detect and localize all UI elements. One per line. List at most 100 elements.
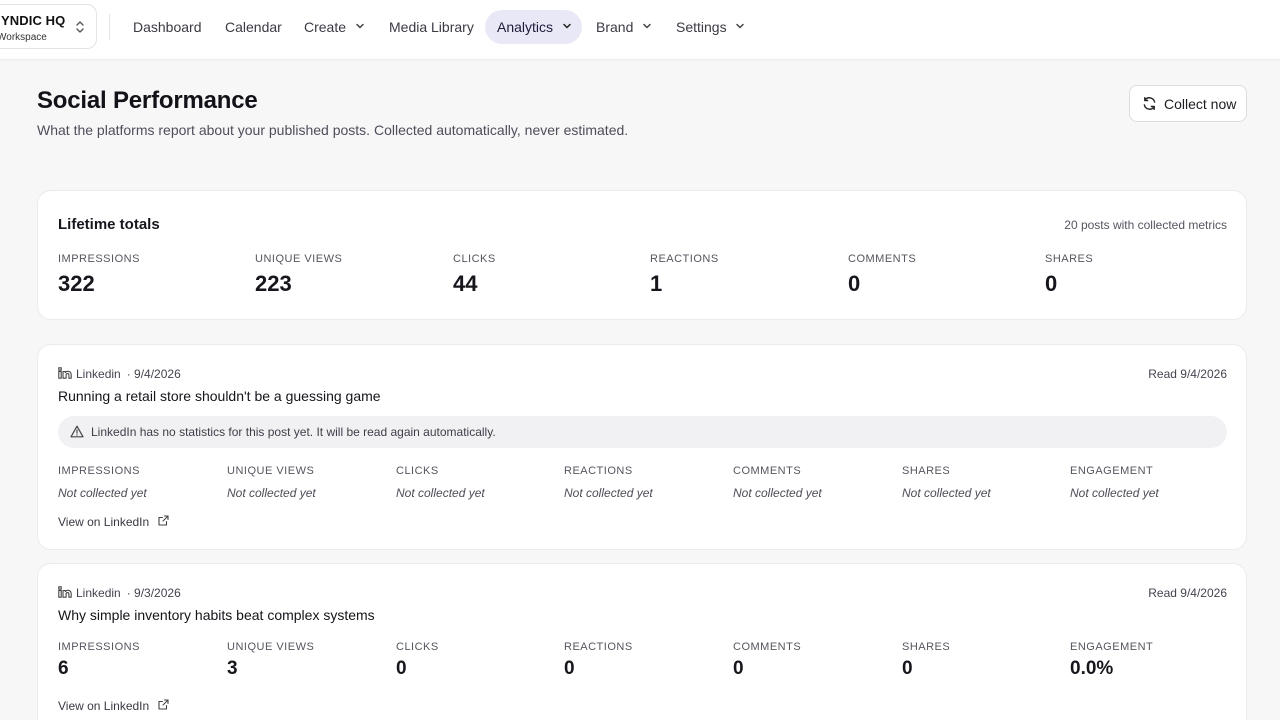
nav-item-label: Brand xyxy=(596,19,634,35)
metric-value: Not collected yet xyxy=(564,486,653,500)
collect-now-button[interactable]: Collect now xyxy=(1129,85,1247,122)
card-title: Lifetime totals xyxy=(58,216,160,233)
metric-label: Engagement xyxy=(1070,641,1154,653)
workspace-name: YNDIC HQ xyxy=(1,13,66,28)
nav-item-label: Analytics xyxy=(497,19,554,35)
post-title: Why simple inventory habits beat complex… xyxy=(58,607,375,623)
metric-value: Not collected yet xyxy=(902,486,991,500)
link-label: View on LinkedIn xyxy=(58,699,150,713)
metric-label: Reactions xyxy=(650,253,719,265)
metric-value: 0 xyxy=(564,658,575,679)
metric-value: 0 xyxy=(396,658,407,679)
chevrons-up-down-icon xyxy=(76,21,84,33)
external-link-icon xyxy=(157,699,169,710)
metric-value: Not collected yet xyxy=(733,486,822,500)
metric-value: 223 xyxy=(255,271,292,296)
chevron-down-icon xyxy=(643,23,651,29)
view-on-linkedin-link[interactable]: View on LinkedIn xyxy=(58,699,169,713)
metric-label: Comments xyxy=(848,253,917,265)
workspace-subtitle: Workspace xyxy=(0,32,47,43)
refresh-icon xyxy=(1143,96,1156,111)
top-navigation: YNDIC HQ Workspace Dashboard Calendar Cr… xyxy=(0,0,1280,60)
nav-item-label: Create xyxy=(304,19,347,35)
view-on-linkedin-link[interactable]: View on LinkedIn xyxy=(58,515,169,529)
metric-label: Shares xyxy=(1045,253,1094,265)
nav-item-dashboard[interactable]: Dashboard xyxy=(133,10,202,44)
metric-value: Not collected yet xyxy=(396,486,485,500)
post-card: Linkedin · 9/4/2026 Read 9/4/2026 Running… xyxy=(37,344,1247,550)
post-title: Running a retail store shouldn't be a gu… xyxy=(58,388,381,404)
nav-item-calendar[interactable]: Calendar xyxy=(225,10,282,44)
metric-label: Impressions xyxy=(58,253,140,265)
metric-reactions: Reactions 1 xyxy=(650,253,719,297)
nav-divider xyxy=(109,14,110,40)
nav-item-create[interactable]: Create xyxy=(304,10,365,44)
collect-now-label: Collect now xyxy=(1164,96,1237,112)
metric-value: 6 xyxy=(58,658,69,679)
metric-label: Clicks xyxy=(396,465,439,477)
metric-label: Comments xyxy=(733,641,802,653)
nav-item-media-library[interactable]: Media Library xyxy=(389,10,474,44)
no-stats-notice: LinkedIn has no statistics for this post… xyxy=(58,416,1227,448)
metric-clicks: Clicks 44 xyxy=(453,253,496,297)
page-title: Social Performance xyxy=(37,87,258,114)
metric-label: Engagement xyxy=(1070,465,1154,477)
metric-impressions: Impressions 322 xyxy=(58,253,140,297)
metric-label: Comments xyxy=(733,465,802,477)
nav-item-settings[interactable]: Settings xyxy=(676,10,745,44)
post-metric-unique-views: Unique views Not collected yet xyxy=(227,465,316,500)
page-subtitle: What the platforms report about your pub… xyxy=(37,122,629,138)
chevron-down-icon xyxy=(736,23,745,29)
metric-label: Impressions xyxy=(58,641,140,653)
metric-label: Clicks xyxy=(453,253,496,265)
post-date: · 9/3/2026 xyxy=(126,586,181,600)
metric-label: Reactions xyxy=(564,465,633,477)
nav-item-analytics[interactable]: Analytics xyxy=(485,10,582,44)
chevron-down-icon xyxy=(356,23,364,29)
link-label: View on LinkedIn xyxy=(58,515,150,529)
warning-triangle-icon xyxy=(70,425,84,438)
metric-label: Unique views xyxy=(255,253,343,265)
metric-value: 0 xyxy=(1045,271,1058,296)
metric-value: 1 xyxy=(650,271,663,296)
nav-item-label: Settings xyxy=(676,19,727,35)
metric-value: Not collected yet xyxy=(1070,486,1159,500)
post-metric-impressions: Impressions 6 xyxy=(58,641,140,680)
external-link-icon xyxy=(157,515,169,526)
metric-value: 0 xyxy=(902,658,913,679)
metric-value: Not collected yet xyxy=(227,486,316,500)
post-metric-unique-views: Unique views 3 xyxy=(227,641,314,680)
metric-value: 44 xyxy=(453,271,478,296)
post-metric-comments: Comments 0 xyxy=(733,641,801,680)
chevron-down-icon xyxy=(563,23,571,29)
metric-label: Clicks xyxy=(396,641,439,653)
metric-shares: Shares 0 xyxy=(1045,253,1093,297)
post-card: Linkedin · 9/3/2026 Read 9/4/2026 Why sim… xyxy=(37,563,1247,720)
linkedin-icon xyxy=(58,586,72,598)
lifetime-totals-card: Lifetime totals 20 posts with collected … xyxy=(37,190,1247,320)
metric-unique-views: Unique views 223 xyxy=(255,253,342,297)
post-platform: Linkedin xyxy=(76,367,121,381)
nav-item-label: Calendar xyxy=(225,19,282,35)
post-metric-clicks: Clicks Not collected yet xyxy=(396,465,485,500)
post-metric-reactions: Reactions 0 xyxy=(564,641,633,680)
metric-value: Not collected yet xyxy=(58,486,147,500)
metric-label: Unique views xyxy=(227,641,315,653)
nav-item-brand[interactable]: Brand xyxy=(596,10,652,44)
metric-label: Impressions xyxy=(58,465,140,477)
metric-value: 0 xyxy=(733,658,744,679)
metric-value: 3 xyxy=(227,658,238,679)
posts-count: 20 posts with collected metrics xyxy=(1064,218,1227,232)
workspace-switcher[interactable]: YNDIC HQ Workspace xyxy=(0,4,97,49)
post-metric-comments: Comments Not collected yet xyxy=(733,465,822,500)
post-metric-engagement: Engagement Not collected yet xyxy=(1070,465,1159,500)
post-metric-reactions: Reactions Not collected yet xyxy=(564,465,653,500)
post-read-date: Read 9/4/2026 xyxy=(1148,586,1227,600)
post-read-date: Read 9/4/2026 xyxy=(1148,367,1227,381)
post-metric-impressions: Impressions Not collected yet xyxy=(58,465,147,500)
metric-value: 322 xyxy=(58,271,95,296)
notice-text: LinkedIn has no statistics for this post… xyxy=(91,425,496,439)
metric-comments: Comments 0 xyxy=(848,253,916,297)
metric-value: 0 xyxy=(848,271,861,296)
post-date: · 9/4/2026 xyxy=(126,367,181,381)
